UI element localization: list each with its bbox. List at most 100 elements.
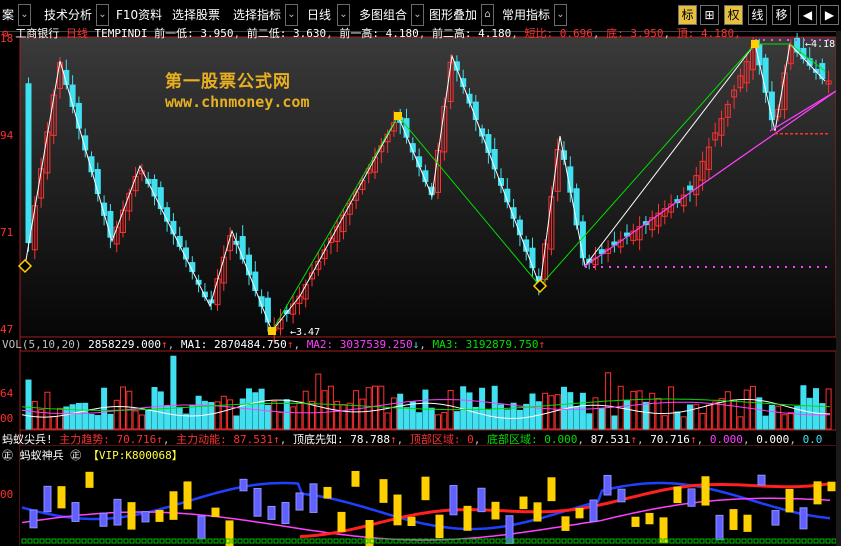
scrollbar[interactable] bbox=[836, 31, 841, 546]
rights-button[interactable]: 权 bbox=[724, 5, 743, 25]
ind1-bottom-first: 顶底先知: 78.788 bbox=[292, 433, 390, 446]
indicator-bar bbox=[449, 485, 458, 516]
indicator-bar bbox=[29, 509, 38, 529]
support-dot bbox=[780, 133, 783, 135]
move-button[interactable]: 移 bbox=[772, 5, 791, 25]
volume-bar bbox=[271, 401, 278, 430]
chevron-down-icon[interactable]: ⌄ bbox=[554, 4, 567, 26]
volume-bar bbox=[435, 414, 441, 430]
line-button[interactable]: 线 bbox=[748, 5, 767, 25]
menu-select-stock[interactable]: 选择股票 bbox=[170, 4, 222, 26]
volume-bar bbox=[579, 392, 586, 430]
menu-daily[interactable]: 日线 bbox=[305, 4, 333, 26]
indicator-bar bbox=[113, 498, 122, 526]
support-dot bbox=[795, 133, 798, 135]
support-dot bbox=[665, 266, 667, 268]
support-dot bbox=[657, 266, 659, 268]
indicator2-info-row: ㊣ 蚂蚁神兵 ㊣ 【VIP:K800068】 bbox=[2, 449, 183, 463]
ind1-power: 主力动能: 87.531 bbox=[176, 433, 274, 446]
chevron-down-icon[interactable]: ⌄ bbox=[285, 4, 298, 26]
mark-button[interactable]: 标 bbox=[678, 5, 697, 25]
stock-name: 工商银行 bbox=[15, 27, 60, 40]
menu-multi-chart[interactable]: 多图组合 bbox=[357, 4, 409, 26]
indicator-bar bbox=[407, 516, 416, 527]
resistance-dot bbox=[763, 39, 765, 41]
volume-bar bbox=[460, 386, 467, 430]
support-dot bbox=[745, 266, 747, 268]
volume-bar bbox=[453, 411, 460, 430]
support-dot bbox=[721, 266, 723, 268]
volume-bar bbox=[25, 379, 32, 430]
volume-bar bbox=[113, 399, 120, 430]
support-dot bbox=[673, 266, 675, 268]
candle-body bbox=[151, 179, 158, 197]
chevron-down-icon[interactable]: ⌄ bbox=[18, 4, 31, 26]
volume-bar bbox=[668, 386, 675, 430]
ind1-v3: 0.000 bbox=[709, 433, 743, 446]
menu-common-indicators[interactable]: 常用指标 bbox=[500, 4, 552, 26]
support-dot bbox=[697, 266, 699, 268]
volume-bar bbox=[390, 397, 397, 430]
indicator-bar bbox=[575, 507, 584, 519]
gear-icon: ㊣ bbox=[2, 449, 13, 462]
volume-bar bbox=[315, 373, 322, 430]
resistance-dot bbox=[795, 39, 797, 41]
volume-bar bbox=[642, 401, 649, 430]
menu-technical-analysis[interactable]: 技术分析 bbox=[42, 4, 94, 26]
gear-icon: ㊣ bbox=[70, 449, 82, 462]
vol-ma2: MA2: 3037539.250 bbox=[306, 338, 413, 351]
indicator-bar bbox=[85, 471, 94, 488]
menu-select-indicator[interactable]: 选择指标 bbox=[231, 4, 283, 26]
top-value: 頂: 4.180, bbox=[676, 27, 741, 40]
grid-button[interactable]: ⊞ bbox=[700, 5, 719, 25]
indicator-bar bbox=[827, 481, 836, 492]
volume-bar bbox=[699, 413, 706, 430]
indicator-bar bbox=[267, 505, 276, 520]
menu-f10[interactable]: F10资料 bbox=[114, 4, 164, 26]
chevron-down-icon[interactable]: ⌄ bbox=[337, 4, 350, 26]
indicator-bar bbox=[701, 476, 710, 506]
volume-bar bbox=[554, 394, 561, 430]
bottom-value: 底: 3.950 bbox=[606, 27, 664, 40]
volume-bar bbox=[120, 386, 126, 430]
ind1-trend: 主力趋势: 70.716 bbox=[59, 433, 157, 446]
prev-high2: 前二高: 4.180 bbox=[431, 27, 512, 40]
chevron-down-icon[interactable]: ⌄ bbox=[411, 4, 424, 26]
menu-overlay[interactable]: 图形叠加 bbox=[427, 4, 479, 26]
volume-bar bbox=[372, 385, 378, 430]
support-dot bbox=[810, 133, 813, 135]
support-dot bbox=[729, 266, 731, 268]
indicator-bar bbox=[687, 488, 696, 507]
support-dot bbox=[681, 266, 683, 268]
chart-canvas[interactable]: ←3.47 ←4.18 bbox=[0, 31, 836, 546]
volume-bar bbox=[107, 413, 114, 430]
volume-bar bbox=[743, 389, 750, 430]
volume-bar bbox=[365, 387, 372, 430]
volume-bar bbox=[624, 400, 630, 430]
volume-bar bbox=[359, 398, 366, 430]
volume-bar bbox=[195, 395, 202, 430]
indicator-bar bbox=[337, 511, 346, 532]
volume-bar bbox=[687, 404, 693, 430]
indicator-bar bbox=[491, 501, 500, 520]
lock-icon[interactable]: ⌂ bbox=[481, 4, 494, 26]
chevron-down-icon[interactable]: ⌄ bbox=[96, 4, 109, 26]
support-dot bbox=[805, 133, 808, 135]
indicator-bar bbox=[211, 507, 220, 518]
volume-bar bbox=[567, 392, 574, 430]
ind1-v5: 0.0 bbox=[802, 433, 823, 446]
volume-bar bbox=[825, 388, 832, 430]
volume-bar bbox=[290, 406, 297, 430]
support-dot bbox=[593, 266, 595, 268]
indicator-bar bbox=[631, 516, 640, 527]
right-arrow-icon[interactable]: ▶ bbox=[820, 5, 839, 25]
indicator-bar bbox=[141, 511, 150, 523]
indicator1-info-row: 蚂蚁尖兵! 主力趋势: 70.716↑, 主力动能: 87.531↑, 顶底先知… bbox=[2, 433, 823, 446]
volume-bar bbox=[50, 415, 57, 430]
volume-bar bbox=[529, 393, 536, 430]
menu-case[interactable]: 案 bbox=[0, 4, 16, 26]
candle-body bbox=[529, 247, 536, 269]
candle-body bbox=[264, 297, 271, 323]
left-arrow-icon[interactable]: ◀ bbox=[798, 5, 817, 25]
volume-bar bbox=[409, 401, 416, 430]
